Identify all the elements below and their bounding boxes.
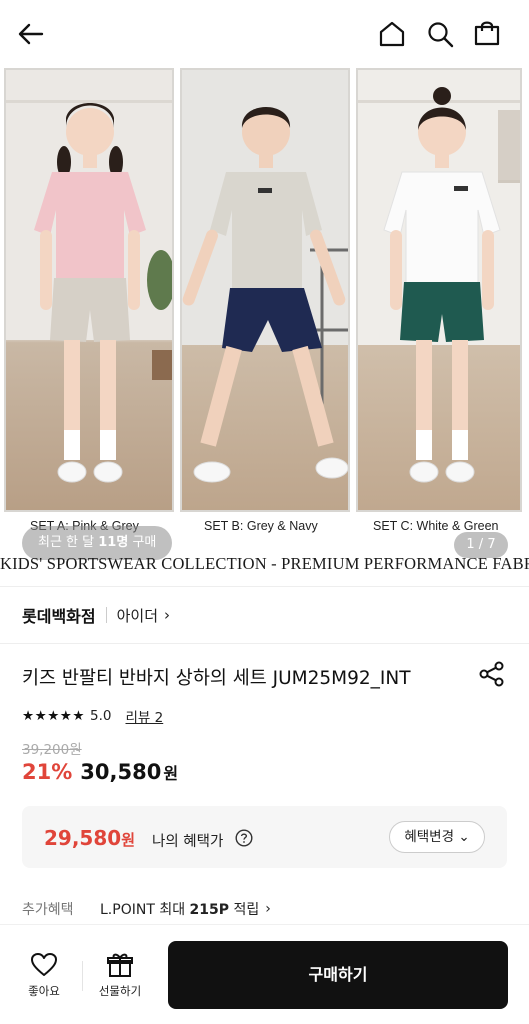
chevron-right-icon: ›: [164, 606, 171, 624]
product-image-gallery[interactable]: SET A: Pink & Grey SET B: Grey & Navy SE…: [0, 64, 529, 586]
brand-name-link[interactable]: 아이더: [117, 605, 158, 626]
chevron-right-icon: ›: [265, 901, 271, 917]
question-circle-icon[interactable]: [235, 829, 253, 847]
lpoint-prefix: L.POINT 최대: [100, 902, 190, 918]
search-icon[interactable]: [425, 19, 455, 49]
lpoint-suffix: 적립: [229, 902, 260, 918]
like-button[interactable]: 좋아요: [16, 951, 72, 1003]
buy-button[interactable]: 구매하기: [168, 941, 508, 1009]
extra-benefit-row[interactable]: 추가혜택 L.POINT 최대 215P 적립 ›: [22, 899, 271, 919]
product-image-set-a: [4, 68, 174, 512]
benefit-price: 29,580원: [44, 826, 135, 850]
price-row: 21% 30,580 원: [22, 760, 178, 784]
original-price: 39,200원: [22, 742, 82, 758]
home-icon[interactable]: [377, 19, 407, 49]
recent-purchase-count: 11명: [98, 535, 129, 550]
lpoint-points: 215P: [189, 902, 230, 918]
shopping-bag-icon[interactable]: [472, 18, 502, 48]
like-label: 좋아요: [28, 984, 60, 998]
benefit-price-box: 29,580원 나의 혜택가 혜택변경 ⌄: [22, 806, 507, 868]
benefit-price-label: 나의 혜택가: [152, 834, 224, 850]
image-caption-set-c: SET C: White & Green: [373, 519, 499, 533]
store-name[interactable]: 롯데백화점: [22, 603, 96, 627]
sale-price: 30,580: [80, 760, 162, 784]
collection-banner-text: KIDS' SPORTSWEAR COLLECTION - PREMIUM PE…: [0, 554, 529, 573]
heart-icon: [31, 953, 57, 976]
product-title: 키즈 반팔티 반바지 상하의 세트 JUM25M92_INT: [22, 668, 411, 689]
arrow-left-icon[interactable]: [16, 20, 46, 48]
lpoint-benefit-text: L.POINT 최대 215P 적립: [100, 899, 259, 919]
rating-row: ★★★★★ 5.0 리뷰 2: [22, 706, 163, 726]
sale-price-unit: 원: [163, 764, 179, 783]
brand-divider: [105, 607, 107, 623]
bottom-divider: [82, 961, 83, 991]
discount-rate: 21%: [22, 760, 73, 784]
image-caption-set-b: SET B: Grey & Navy: [204, 519, 318, 533]
gift-icon: [107, 953, 133, 977]
product-image-set-c: [356, 68, 522, 512]
share-icon[interactable]: [478, 660, 506, 688]
change-benefit-button[interactable]: 혜택변경 ⌄: [389, 821, 485, 853]
gift-button[interactable]: 선물하기: [88, 951, 152, 1003]
brand-row[interactable]: 롯데백화점 아이더 ›: [0, 586, 529, 644]
bottom-action-bar: 좋아요 선물하기 구매하기: [0, 924, 529, 1024]
recent-purchase-prefix: 최근 한 달: [38, 535, 99, 550]
rating-value: 5.0: [90, 708, 112, 724]
recent-purchase-suffix: 구매: [128, 535, 157, 550]
review-link[interactable]: 리뷰 2: [126, 706, 164, 726]
extra-benefit-label: 추가혜택: [22, 902, 74, 918]
gift-label: 선물하기: [98, 984, 142, 998]
top-bar: [0, 0, 529, 64]
star-rating-icon: ★★★★★: [22, 708, 86, 724]
benefit-price-unit: 원: [121, 831, 135, 849]
product-image-set-b: [180, 68, 350, 512]
benefit-price-value: 29,580: [44, 826, 122, 850]
